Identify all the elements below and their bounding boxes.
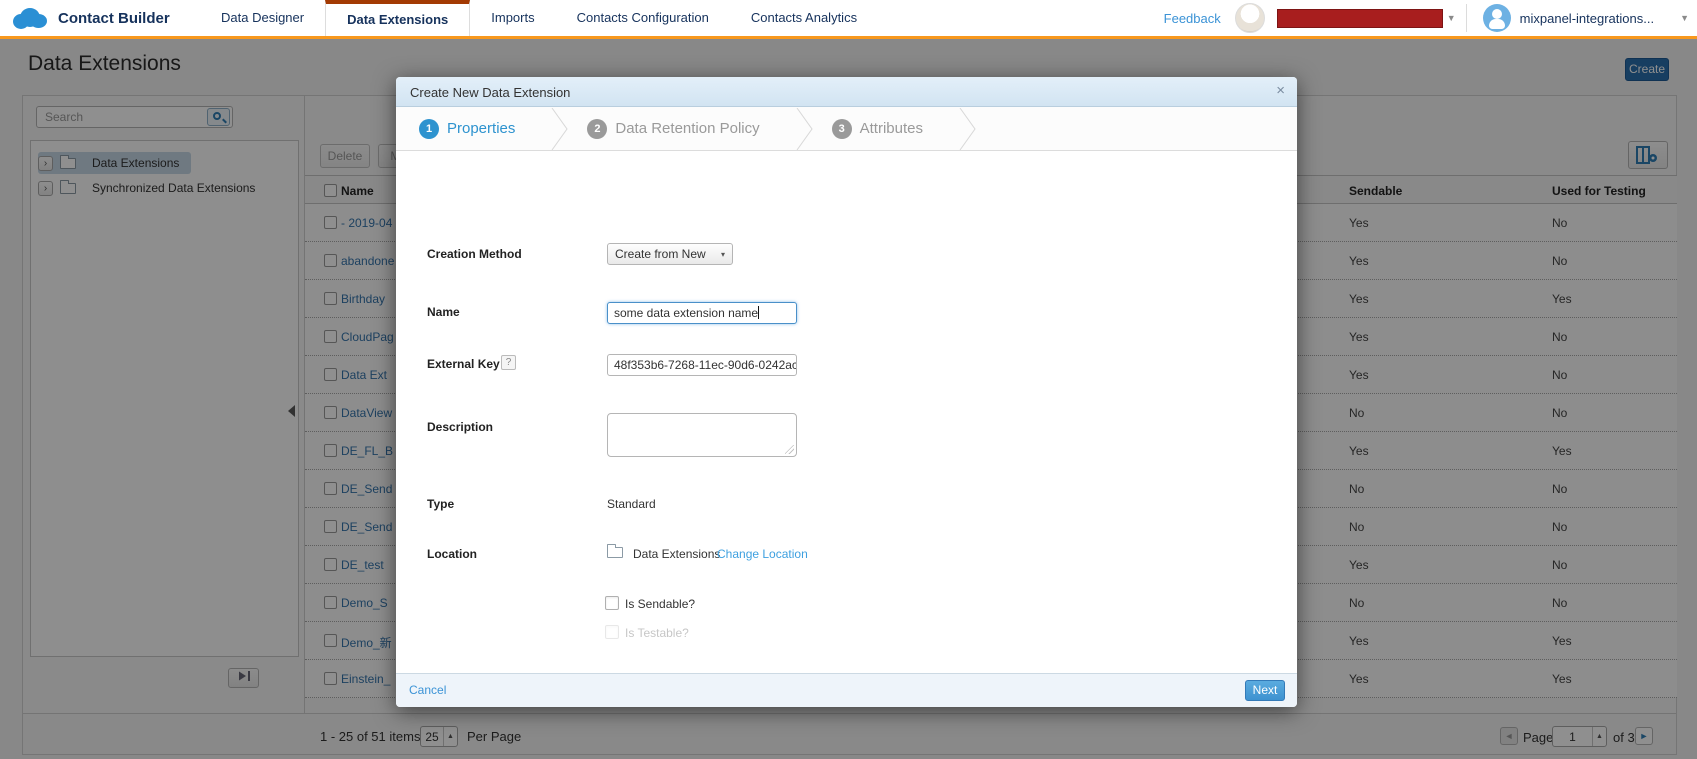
nav-item-data-designer[interactable]: Data Designer <box>200 0 325 36</box>
is-sendable-checkbox[interactable] <box>605 596 619 610</box>
is-testable-label: Is Testable? <box>625 626 689 640</box>
nav-items: Data DesignerData ExtensionsImportsConta… <box>200 0 878 36</box>
step-separator-chevron <box>959 108 977 150</box>
creation-method-label: Creation Method <box>427 247 522 261</box>
create-data-extension-modal: Create New Data Extension × 1 Properties 2… <box>396 77 1297 707</box>
chevron-down-icon: ▾ <box>721 250 725 259</box>
is-sendable-label: Is Sendable? <box>625 597 695 611</box>
cloud-logo-icon <box>13 7 49 29</box>
nav-item-imports[interactable]: Imports <box>470 0 555 36</box>
next-button[interactable]: Next <box>1245 680 1285 701</box>
step-label: Attributes <box>860 120 923 137</box>
nav-right: Feedback ▼ mixpanel-integrations... ▼ <box>1164 0 1697 36</box>
external-key-input[interactable]: 48f353b6-7268-11ec-90d6-0242ac1200 <box>607 354 797 376</box>
location-label: Location <box>427 547 477 561</box>
help-icon[interactable]: ? <box>501 355 516 370</box>
description-label: Description <box>427 420 493 434</box>
nav-divider <box>1466 4 1467 32</box>
user-avatar-icon[interactable] <box>1483 4 1511 32</box>
step-attributes[interactable]: 3 Attributes <box>832 119 923 139</box>
name-input[interactable]: some data extension name <box>607 302 797 324</box>
einstein-avatar[interactable] <box>1235 3 1265 33</box>
change-location-link[interactable]: Change Location <box>717 547 808 561</box>
step-label: Properties <box>447 120 515 137</box>
modal-header: Create New Data Extension × <box>396 77 1297 107</box>
is-testable-checkbox <box>605 625 619 639</box>
brand[interactable]: Contact Builder <box>13 7 170 29</box>
step-number: 3 <box>832 119 852 139</box>
step-number: 2 <box>587 119 607 139</box>
nav-item-contacts-configuration[interactable]: Contacts Configuration <box>556 0 730 36</box>
chevron-down-icon[interactable]: ▼ <box>1447 13 1456 23</box>
brand-name: Contact Builder <box>58 10 170 27</box>
step-number: 1 <box>419 119 439 139</box>
top-navbar: Contact Builder Data DesignerData Extens… <box>0 0 1697 39</box>
step-label: Data Retention Policy <box>615 120 759 137</box>
name-label: Name <box>427 305 460 319</box>
step-separator-chevron <box>796 108 814 150</box>
cancel-link[interactable]: Cancel <box>409 683 446 697</box>
step-separator-chevron <box>551 108 569 150</box>
redacted-block[interactable] <box>1277 9 1443 28</box>
external-key-label: External Key <box>427 357 500 371</box>
step-properties[interactable]: 1 Properties <box>419 119 515 139</box>
type-label: Type <box>427 497 454 511</box>
modal-title: Create New Data Extension <box>410 85 570 100</box>
description-textarea[interactable] <box>607 413 797 457</box>
close-icon[interactable]: × <box>1276 82 1285 99</box>
text-cursor <box>758 306 759 319</box>
modal-steps: 1 Properties 2 Data Retention Policy 3 Attrib… <box>396 107 1297 151</box>
folder-icon <box>607 547 623 558</box>
location-value: Data Extensions <box>633 547 720 561</box>
feedback-link[interactable]: Feedback <box>1164 11 1221 26</box>
account-menu[interactable]: mixpanel-integrations... <box>1520 11 1654 26</box>
nav-item-contacts-analytics[interactable]: Contacts Analytics <box>730 0 878 36</box>
type-value: Standard <box>607 497 656 511</box>
account-chevron-down-icon[interactable]: ▼ <box>1680 13 1689 23</box>
step-data-retention-policy[interactable]: 2 Data Retention Policy <box>587 119 759 139</box>
nav-item-data-extensions[interactable]: Data Extensions <box>325 0 470 36</box>
modal-footer: Cancel Next <box>396 673 1297 707</box>
app-root: Contact Builder Data DesignerData Extens… <box>0 0 1697 759</box>
resize-handle[interactable] <box>785 445 794 454</box>
creation-method-dropdown[interactable]: Create from New ▾ <box>607 243 733 265</box>
